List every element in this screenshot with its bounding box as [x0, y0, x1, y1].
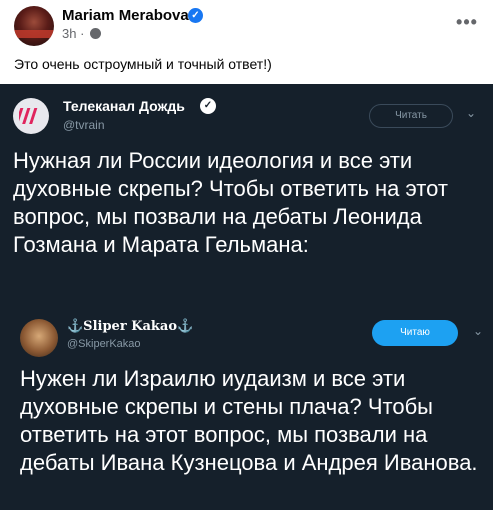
embedded-screenshot: Телеканал Дождь ✓ @tvrain Читать ⌄ Нужна… [0, 84, 493, 510]
chevron-down-icon: ⌄ [466, 106, 477, 120]
post-time[interactable]: 3h [62, 26, 76, 41]
author-avatar[interactable] [14, 6, 54, 46]
following-button: Читаю [372, 320, 458, 346]
follow-button: Читать [369, 104, 453, 128]
more-options-button[interactable]: ••• [452, 10, 482, 40]
reply-tweet: ⚓Sliper Kakao⚓ @SkiperKakao Читаю ⌄ Нуже… [0, 300, 493, 510]
author-name[interactable]: Mariam Merabova [62, 7, 189, 24]
post-meta: 3h · [62, 26, 102, 41]
tweet2-avatar [20, 319, 58, 357]
post-header: Mariam Merabova ✓ 3h · ••• [0, 0, 493, 52]
chevron-down-icon: ⌄ [473, 324, 484, 338]
post-text: Это очень остроумный и точный ответ!) [14, 56, 272, 72]
tweet2-text: Нужен ли Израилю иудаизм и все эти духов… [20, 366, 478, 475]
verified-badge-icon: ✓ [188, 8, 203, 23]
tweet2-author-name: ⚓Sliper Kakao⚓ [67, 319, 194, 334]
tvrain-logo-icon [19, 108, 38, 124]
globe-icon [90, 28, 102, 39]
tvrain-logo [13, 98, 49, 134]
verified-badge-icon: ✓ [200, 98, 216, 114]
tweet1-handle: @tvrain [63, 118, 105, 132]
tweet1-author-name: Телеканал Дождь [63, 98, 185, 114]
tweet2-handle: @SkiperKakao [67, 338, 141, 350]
tweet1-text: Нужная ли России идеология и все эти дух… [13, 148, 448, 257]
